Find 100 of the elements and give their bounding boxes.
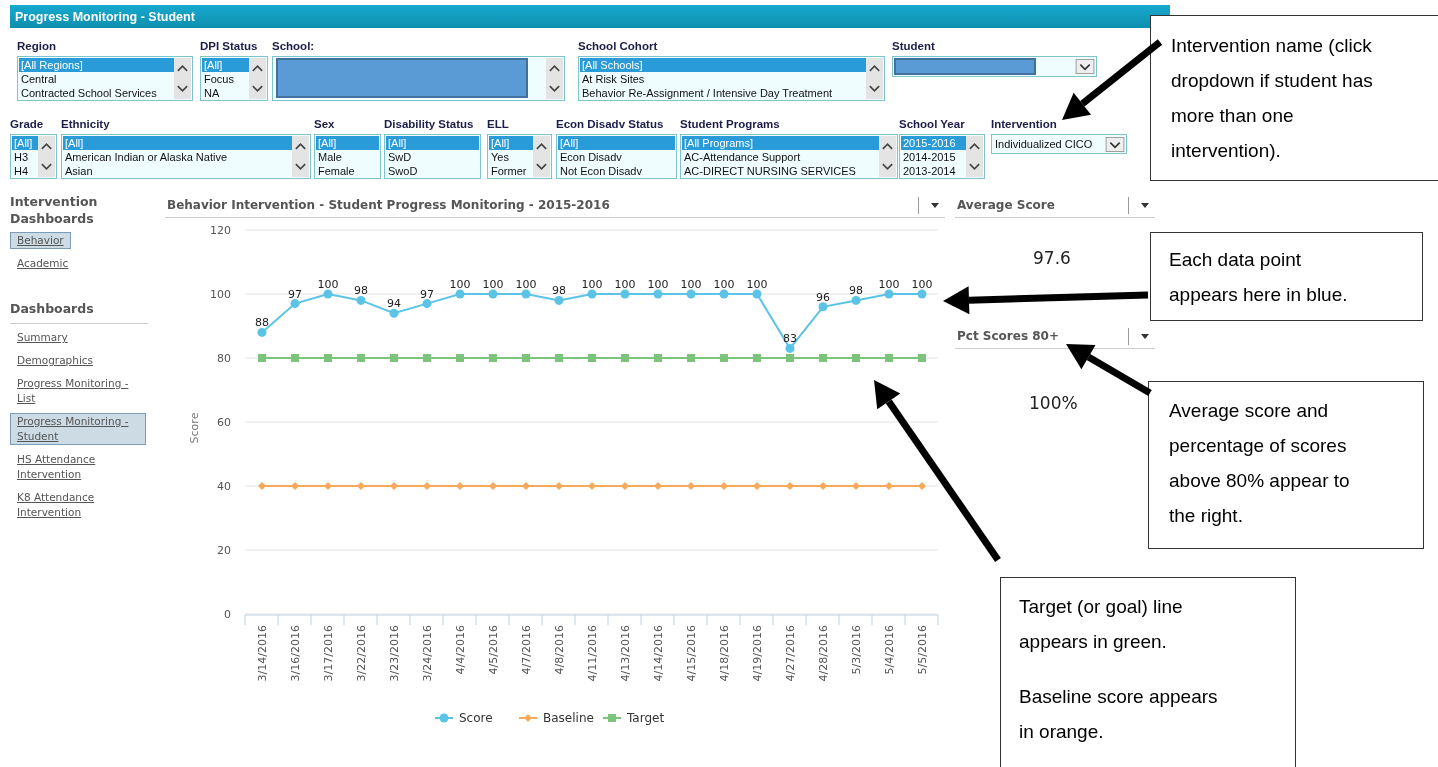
list-box[interactable]: [All] Male Female — [314, 134, 381, 179]
scroll-up-icon[interactable] — [881, 141, 894, 152]
x-tick-label: 3/17/2016 — [322, 625, 335, 682]
list-option[interactable]: Yes — [489, 150, 533, 164]
list-option[interactable]: Not Econ Disadv — [558, 164, 675, 177]
list-option[interactable]: H4 — [12, 164, 38, 177]
data-label: 100 — [482, 278, 504, 291]
data-point — [753, 482, 761, 490]
data-point — [753, 354, 761, 362]
list-box[interactable]: [All] American Indian or Alaska Native Asian — [61, 134, 311, 179]
scroll-up-icon[interactable] — [968, 141, 981, 152]
nav-link[interactable]: K8 Attendance Intervention — [10, 489, 146, 521]
list-box[interactable] — [272, 56, 565, 101]
dropdown-caret-icon[interactable] — [1075, 59, 1095, 74]
y-tick-label: 120 — [210, 224, 231, 237]
y-tick-label: 80 — [217, 352, 231, 365]
list-option[interactable]: Former — [489, 164, 533, 177]
scroll-up-icon[interactable] — [868, 63, 881, 74]
list-box[interactable]: [All] SwD SwoD — [384, 134, 481, 179]
scroll-down-icon[interactable] — [535, 161, 548, 172]
nav-link[interactable]: Summary — [10, 329, 146, 346]
list-option[interactable]: Asian — [63, 164, 292, 177]
list-option[interactable]: AC-Attendance Support — [682, 150, 879, 164]
list-option[interactable]: Male — [316, 150, 379, 164]
list-box[interactable]: [All] H3 H4 — [10, 134, 57, 179]
list-option[interactable]: Contracted School Services — [19, 86, 174, 99]
nav-link[interactable]: Behavior — [10, 232, 71, 249]
list-option[interactable]: At Risk Sites — [580, 72, 866, 86]
intervention-dropdown[interactable]: Individualized CICO — [991, 134, 1127, 154]
list-box[interactable]: 2015-2016 2014-2015 2013-2014 — [899, 134, 985, 179]
filter-label: Disability Status — [384, 118, 475, 132]
data-label: 94 — [387, 297, 401, 311]
filter-label: Sex — [314, 118, 336, 132]
scroll-down-icon[interactable] — [40, 161, 53, 172]
callout-text: Average score and percentage of scores above 80% appear to the right. — [1169, 399, 1351, 528]
data-point — [357, 354, 365, 362]
nav-link[interactable]: Academic — [10, 255, 76, 272]
data-label: 100 — [647, 278, 669, 291]
list-box[interactable]: [All] Yes Former — [487, 134, 552, 179]
menu-caret-icon[interactable] — [918, 196, 939, 214]
legend-label: Target — [627, 711, 665, 725]
scroll-up-icon[interactable] — [176, 63, 189, 74]
scroll-down-icon[interactable] — [881, 161, 894, 172]
scroll-down-icon[interactable] — [968, 161, 981, 172]
x-tick-label: 3/16/2016 — [289, 625, 302, 682]
scroll-up-icon[interactable] — [294, 141, 307, 152]
y-tick-label: 0 — [224, 608, 231, 621]
data-point — [918, 354, 926, 362]
list-option[interactable]: 2014-2015 — [901, 150, 966, 164]
dropdown[interactable] — [892, 56, 1097, 77]
section-heading: Dashboards — [10, 300, 148, 324]
list-box[interactable]: [All Regions] Central Contracted School Services — [17, 56, 193, 101]
menu-caret-icon[interactable] — [1128, 196, 1149, 214]
list-option[interactable]: Female — [316, 164, 379, 177]
list-option[interactable]: Central — [19, 72, 174, 86]
nav-link[interactable]: Progress Monitoring - List — [10, 375, 146, 407]
list-option[interactable]: NA — [202, 86, 249, 99]
data-point — [324, 482, 332, 490]
kpi-value: 97.6 — [1033, 248, 1071, 268]
list-option[interactable]: American Indian or Alaska Native — [63, 150, 292, 164]
menu-caret-icon[interactable] — [1128, 327, 1149, 345]
list-option[interactable]: AC-DIRECT NURSING SERVICES — [682, 164, 879, 177]
nav-link[interactable]: HS Attendance Intervention — [10, 451, 146, 483]
list-option[interactable]: Focus — [202, 72, 249, 86]
list-option[interactable]: H3 — [12, 150, 38, 164]
x-tick-label: 4/28/2016 — [817, 625, 830, 682]
scroll-down-icon[interactable] — [294, 161, 307, 172]
scroll-up-icon[interactable] — [251, 63, 264, 74]
scroll-down-icon[interactable] — [548, 83, 561, 94]
legend-label: Baseline — [543, 711, 594, 725]
list-option[interactable]: Behavior Re-Assignment / Intensive Day Treatment — [580, 86, 866, 99]
data-label: 100 — [449, 278, 471, 291]
list-option[interactable]: 2013-2014 — [901, 164, 966, 177]
data-point — [654, 482, 662, 490]
data-label: 100 — [515, 278, 537, 291]
data-point — [819, 482, 827, 490]
data-point — [258, 354, 266, 362]
scroll-up-icon[interactable] — [40, 141, 53, 152]
scroll-down-icon[interactable] — [176, 83, 189, 94]
x-tick-label: 3/24/2016 — [421, 625, 434, 682]
scroll-down-icon[interactable] — [868, 83, 881, 94]
x-tick-label: 4/5/2016 — [487, 625, 500, 675]
list-option[interactable]: Econ Disadv — [558, 150, 675, 164]
data-point — [852, 482, 860, 490]
nav-link[interactable]: Demographics — [10, 352, 146, 369]
scroll-up-icon[interactable] — [548, 63, 561, 74]
list-box[interactable]: [All Schools] At Risk Sites Behavior Re-Assignment / Intensive Day Treatment — [578, 56, 885, 101]
data-point — [423, 354, 431, 362]
list-box[interactable]: [All] Focus NA — [200, 56, 268, 101]
list-box[interactable]: [All Programs] AC-Attendance Support AC-DIRECT NURSING SERVICES — [680, 134, 898, 179]
data-point — [687, 482, 695, 490]
scroll-up-icon[interactable] — [535, 141, 548, 152]
list-option[interactable]: SwoD — [386, 164, 479, 177]
nav-link[interactable]: Progress Monitoring - Student — [10, 413, 146, 445]
x-tick-label: 4/19/2016 — [751, 625, 764, 682]
list-option[interactable]: SwD — [386, 150, 479, 164]
list-box[interactable]: [All] Econ Disadv Not Econ Disadv — [556, 134, 677, 179]
scroll-down-icon[interactable] — [251, 83, 264, 94]
dropdown-caret-icon[interactable] — [1105, 136, 1125, 152]
x-tick-label: 4/4/2016 — [454, 625, 467, 675]
